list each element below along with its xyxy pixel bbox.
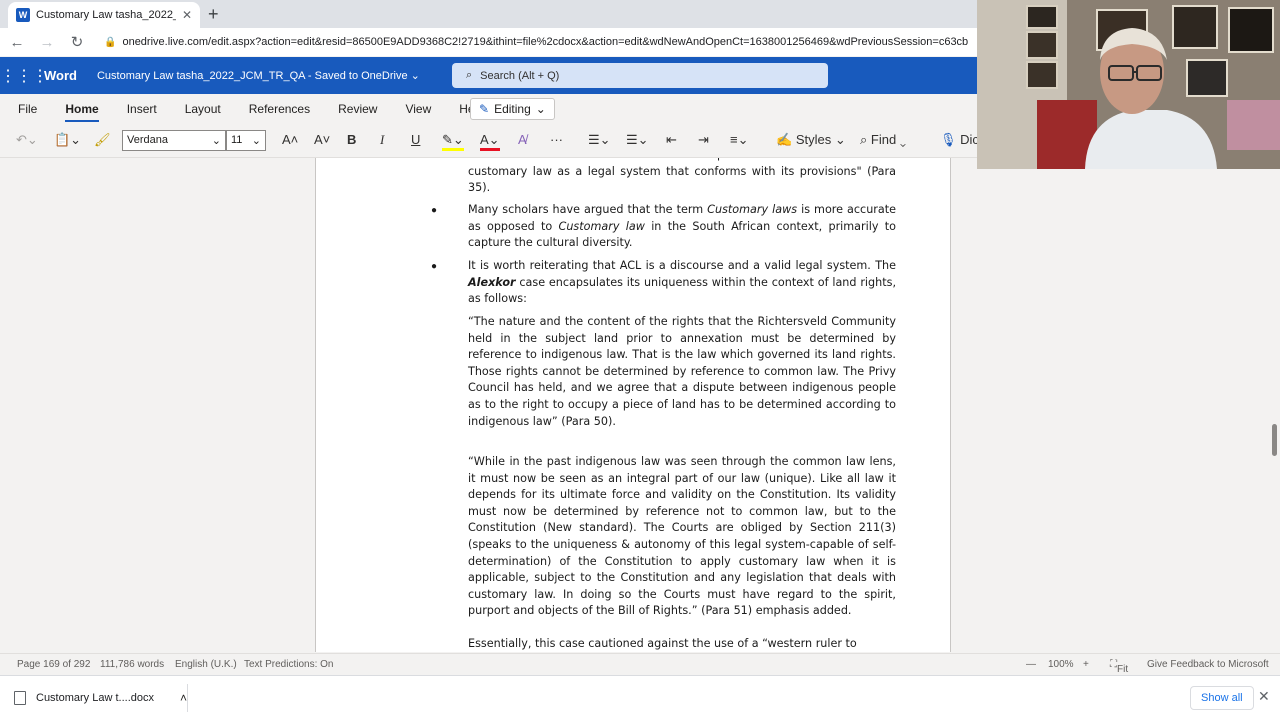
- editing-label: Editing: [494, 102, 531, 116]
- tab-references[interactable]: References: [249, 102, 310, 116]
- dictate-button[interactable]: 🎙 Dic: [940, 132, 979, 148]
- zoom-in-icon[interactable]: +: [1083, 659, 1089, 670]
- format-painter-icon[interactable]: 🖌: [94, 132, 111, 148]
- increase-indent-icon[interactable]: ⇥: [698, 132, 709, 148]
- show-all-button[interactable]: Show all: [1190, 686, 1254, 710]
- text-predictions[interactable]: Text Predictions: On: [244, 659, 333, 670]
- vertical-scrollbar[interactable]: [1270, 158, 1280, 652]
- feedback-link[interactable]: Give Feedback to Microsoft: [1147, 659, 1269, 670]
- underline-icon[interactable]: U: [411, 132, 420, 147]
- download-file-name: Customary Law t....docx: [36, 692, 154, 704]
- tab-layout[interactable]: Layout: [185, 102, 221, 116]
- find-button[interactable]: ⌕ Find ⌄: [860, 132, 906, 148]
- font-size-select[interactable]: 11 ⌄: [226, 130, 266, 151]
- bold-icon[interactable]: B: [347, 132, 356, 147]
- bullet-2: ●: [431, 261, 438, 272]
- search-icon: ⌕: [466, 69, 473, 81]
- word-icon: W: [16, 8, 30, 22]
- close-icon[interactable]: ✕: [182, 8, 192, 22]
- quote-para-51: “While in the past indigenous law was se…: [468, 455, 896, 618]
- document-page[interactable]: reverse this trend and to facilitate the…: [315, 158, 951, 652]
- clear-formatting-icon[interactable]: A̸: [518, 132, 527, 147]
- document-icon: [14, 691, 26, 705]
- styles-button[interactable]: ✍ Styles ⌄: [776, 132, 846, 148]
- decrease-indent-icon[interactable]: ⇤: [666, 132, 677, 148]
- bullet-1: ●: [431, 205, 438, 216]
- tab-view[interactable]: View: [405, 102, 431, 116]
- zoom-level[interactable]: 100%: [1048, 659, 1074, 670]
- chevron-up-icon[interactable]: ˄: [180, 691, 187, 705]
- scrollbar-thumb[interactable]: [1272, 424, 1277, 456]
- shrink-font-icon[interactable]: A˅: [314, 132, 330, 147]
- paragraph-5: Essentially, this case cautioned against…: [468, 637, 857, 650]
- download-item[interactable]: Customary Law t....docx ˄: [10, 684, 188, 712]
- search-placeholder: Search (Alt + Q): [480, 69, 560, 82]
- forward-button[interactable]: →: [34, 34, 60, 51]
- pencil-icon: ✎: [479, 102, 490, 116]
- word-count[interactable]: 111,786 words: [100, 659, 164, 670]
- browser-tab[interactable]: W Customary Law tasha_2022_JCM ✕: [8, 2, 200, 28]
- paragraph-1: Many scholars have argued that the term …: [468, 203, 897, 250]
- paste-icon[interactable]: 📋⌄: [54, 132, 81, 148]
- bullets-icon[interactable]: ☰⌄: [588, 132, 611, 148]
- page-count[interactable]: Page 169 of 292: [17, 659, 90, 670]
- fit-button[interactable]: ⛶ Fit: [1110, 659, 1128, 675]
- back-button[interactable]: ←: [4, 34, 30, 51]
- tab-home[interactable]: Home: [65, 102, 100, 122]
- app-launcher-icon[interactable]: ⋮⋮⋮: [0, 66, 48, 86]
- undo-icon[interactable]: ↶⌄: [16, 132, 38, 148]
- tab-file[interactable]: File: [18, 102, 37, 116]
- italic-icon[interactable]: I: [380, 132, 384, 148]
- url-field[interactable]: 🔒 onedrive.live.com/edit.aspx?action=edi…: [104, 36, 974, 48]
- align-icon[interactable]: ≡⌄: [730, 132, 748, 148]
- tab-insert[interactable]: Insert: [127, 102, 157, 116]
- highlight-icon[interactable]: ✎⌄: [442, 132, 464, 151]
- document-title[interactable]: Customary Law tasha_2022_JCM_TR_QA - Sav…: [97, 69, 420, 82]
- document-canvas[interactable]: reverse this trend and to facilitate the…: [0, 158, 1270, 652]
- font-color-icon[interactable]: A⌄: [480, 132, 500, 151]
- search-input[interactable]: ⌕ Search (Alt + Q): [452, 63, 828, 88]
- tab-review[interactable]: Review: [338, 102, 377, 116]
- app-name[interactable]: Word: [44, 68, 77, 83]
- numbering-icon[interactable]: ☰⌄: [626, 132, 649, 148]
- quote-para-50: “The nature and the content of the right…: [468, 315, 896, 428]
- paragraph-2: It is worth reiterating that ACL is a di…: [468, 259, 896, 306]
- zoom-out-icon[interactable]: —: [1026, 659, 1036, 670]
- editing-mode-button[interactable]: ✎ Editing ⌄: [470, 98, 555, 120]
- grow-font-icon[interactable]: A˄: [282, 132, 298, 147]
- lock-icon: 🔒: [104, 36, 117, 48]
- webcam-overlay: [977, 0, 1280, 169]
- reload-button[interactable]: ↻: [64, 33, 90, 51]
- status-bar: Page 169 of 292 111,786 words English (U…: [0, 653, 1280, 675]
- new-tab-button[interactable]: +: [208, 4, 219, 25]
- url-text: onedrive.live.com/edit.aspx?action=edit&…: [122, 36, 969, 48]
- more-options-icon[interactable]: ···: [550, 132, 563, 147]
- paragraph-0: reverse this trend and to facilitate the…: [468, 158, 896, 195]
- downloads-bar: Customary Law t....docx ˄ Show all ✕: [0, 675, 1280, 720]
- chevron-down-icon: ⌄: [535, 102, 546, 116]
- language[interactable]: English (U.K.): [175, 659, 237, 670]
- font-name-select[interactable]: Verdana ⌄: [122, 130, 226, 151]
- tab-title: Customary Law tasha_2022_JCM: [36, 9, 176, 21]
- close-icon[interactable]: ✕: [1258, 688, 1270, 705]
